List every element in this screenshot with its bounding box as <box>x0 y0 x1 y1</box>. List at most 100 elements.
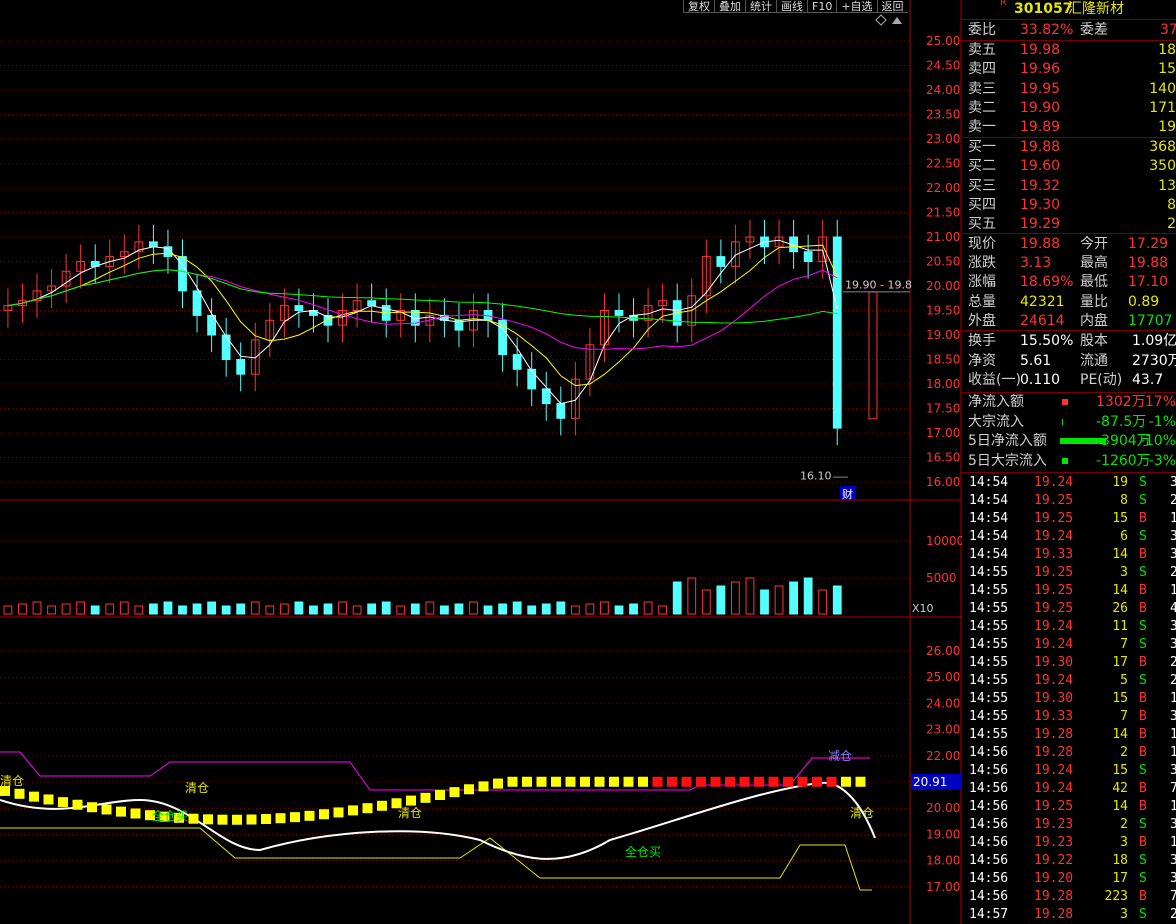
tick-side: B <box>1139 709 1147 724</box>
ask-row: 卖三 19.95 140 <box>962 80 1176 99</box>
tick-price: 19.25 <box>1034 583 1074 598</box>
fund-label: 净资 <box>968 352 996 369</box>
bid-price: 19.30 <box>1020 196 1061 213</box>
fund-label-2: 流通 <box>1080 352 1108 369</box>
flow-label: 5日大宗流入 <box>968 452 1047 469</box>
tick-side: S <box>1139 493 1147 508</box>
tick-count: 1 <box>1170 511 1176 526</box>
volume-bar <box>789 581 799 615</box>
tick-price: 19.25 <box>1034 601 1074 616</box>
indicator-block <box>43 794 54 805</box>
flow-bar <box>1062 399 1068 405</box>
candle-body <box>367 300 377 307</box>
signal-label: 减仓 <box>828 749 852 763</box>
volume-bar <box>367 603 377 615</box>
ask-label: 卖一 <box>968 119 996 136</box>
tick-time: 14:56 <box>969 745 1009 760</box>
quote-value-2: 17.10 <box>1128 274 1169 291</box>
quote-label: 总量 <box>968 293 996 310</box>
quote-value-2: 19.88 <box>1128 255 1169 272</box>
candle-body <box>716 256 726 267</box>
volume-bar <box>381 601 391 615</box>
volume-bar <box>469 601 478 615</box>
tick-time: 14:56 <box>969 835 1009 850</box>
tick-row: 14:57 19.28 3 S 2 <box>962 906 1176 924</box>
indicator-block <box>101 804 112 815</box>
volume-bar <box>61 603 71 615</box>
volume-bar <box>265 605 275 615</box>
signal-label: 清仓 <box>398 806 422 820</box>
volume-bar <box>803 577 813 615</box>
price-tick-label: 19.00 <box>926 328 960 342</box>
volume-bar <box>570 605 580 615</box>
quote-label-2: 最高 <box>1080 255 1108 272</box>
indicator-block <box>609 776 619 787</box>
indicator-block <box>855 776 866 787</box>
tick-row: 14:56 19.24 42 B 7 <box>962 780 1176 798</box>
flow-row: 大宗流入 -87.5万 -1% <box>962 413 1176 432</box>
weicha-label: 委差 <box>1080 22 1108 38</box>
quote-value-2: 0.89 <box>1128 293 1160 310</box>
flow-pct: -10% <box>1139 433 1176 449</box>
tick-time: 14:56 <box>969 871 1009 886</box>
low-price-marker: 16.10 <box>800 470 832 483</box>
indicator-block <box>232 814 242 825</box>
candle-body <box>294 305 304 312</box>
tick-time: 14:57 <box>969 907 1009 922</box>
moving-average-line <box>7 269 838 350</box>
flow-row: 净流入额 1302万 17% <box>962 393 1176 412</box>
tick-count: 1 <box>1170 835 1176 850</box>
triangle-up-icon[interactable] <box>892 17 902 24</box>
diamond-icon[interactable] <box>875 14 887 26</box>
volume-bar <box>687 577 697 615</box>
tick-count: 1 <box>1170 691 1176 706</box>
tick-count: 2 <box>1170 655 1176 670</box>
tick-row: 14:55 19.25 3 S 2 <box>962 564 1176 582</box>
weicha-value: 371 <box>1160 22 1176 38</box>
price-tick-label: 21.00 <box>926 230 960 244</box>
high-price-marker: 19.90 - 19.8 <box>845 278 912 291</box>
quote-value-2: 17.29 <box>1128 236 1169 252</box>
ask-row: 卖五 19.98 18 <box>962 41 1176 60</box>
tick-price: 19.33 <box>1034 709 1074 724</box>
volume-bar <box>716 585 726 615</box>
price-tick-label: 25.00 <box>926 34 960 48</box>
tick-volume: 14 <box>1112 799 1128 814</box>
tick-time: 14:54 <box>969 511 1009 526</box>
tick-row: 14:55 19.24 11 S 3 <box>962 618 1176 636</box>
indicator-block <box>797 776 808 787</box>
kline-chart-area[interactable]: 25.00 24.50 24.00 23.50 23.00 22.50 22.00 21.50… <box>0 0 962 924</box>
tick-side: B <box>1139 727 1147 742</box>
signal-label: 清仓 <box>185 781 209 795</box>
indicator-block <box>14 788 25 799</box>
flow-label: 大宗流入 <box>968 413 1024 430</box>
indicator-block <box>72 799 83 810</box>
indicator-block <box>217 814 228 825</box>
volume-bar <box>352 605 362 615</box>
indicator-block <box>841 776 851 787</box>
tick-time: 14:56 <box>969 799 1009 814</box>
tick-price: 19.20 <box>1034 871 1074 886</box>
ask-price: 19.90 <box>1020 99 1061 116</box>
indicator-block <box>812 776 822 787</box>
tick-row: 14:56 19.24 15 S 3 <box>962 762 1176 780</box>
bid-volume: 350 <box>1149 158 1176 175</box>
bid-volume: 2 <box>1167 216 1176 233</box>
tick-side: B <box>1139 799 1147 814</box>
price-tick-label: 23.50 <box>926 108 960 122</box>
tick-side: S <box>1139 673 1147 688</box>
volume-bar <box>440 605 449 615</box>
volume-bar <box>541 603 551 615</box>
volume-bar <box>527 605 537 615</box>
volume-bar <box>338 601 347 615</box>
tick-time: 14:56 <box>969 889 1009 904</box>
tick-count: 3 <box>1170 529 1176 544</box>
tick-time: 14:55 <box>969 727 1009 742</box>
candle-body <box>512 354 522 370</box>
tick-count: 1 <box>1170 745 1176 760</box>
tick-volume: 42 <box>1112 781 1128 796</box>
bid-label: 买三 <box>968 177 996 194</box>
volume-bar <box>600 601 609 615</box>
volume-bar <box>192 603 202 615</box>
stock-code: 301057 <box>1014 1 1073 17</box>
